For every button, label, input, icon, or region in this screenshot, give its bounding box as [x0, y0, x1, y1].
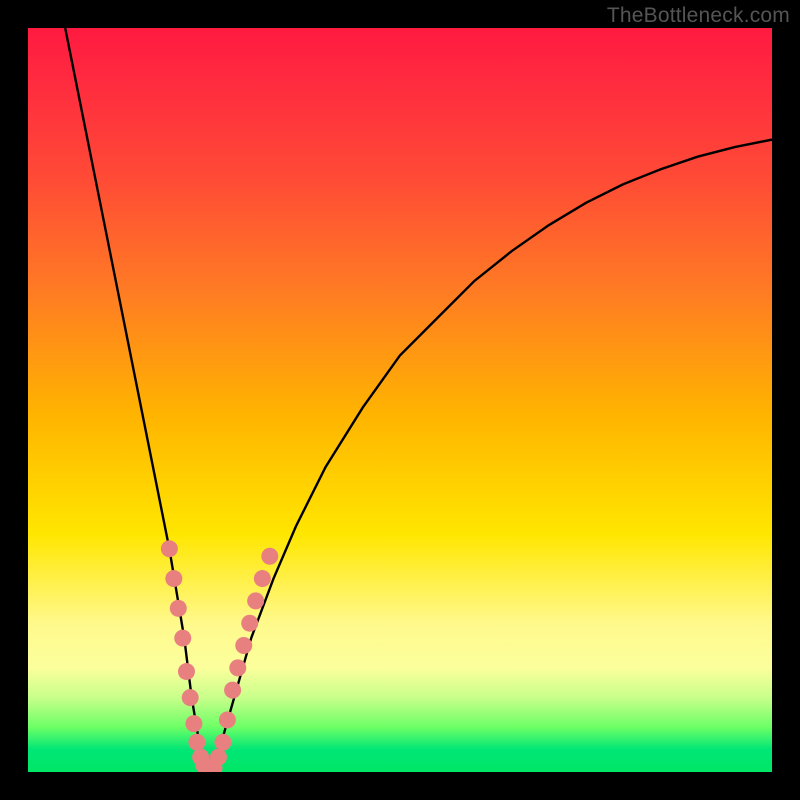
- curve-marker: [254, 570, 271, 587]
- curve-marker: [182, 689, 199, 706]
- chart-container: TheBottleneck.com: [0, 0, 800, 800]
- curve-marker: [165, 570, 182, 587]
- curve-marker: [214, 734, 231, 751]
- curve-marker: [235, 637, 252, 654]
- curve-marker: [247, 592, 264, 609]
- curve-marker: [261, 548, 278, 565]
- curve-marker: [210, 749, 227, 766]
- curve-marker: [241, 615, 258, 632]
- curve-marker: [224, 682, 241, 699]
- curve-marker: [229, 659, 246, 676]
- curve-marker: [185, 715, 202, 732]
- curve-marker: [219, 711, 236, 728]
- watermark-text: TheBottleneck.com: [607, 4, 790, 28]
- curve-marker: [188, 734, 205, 751]
- plot-area: [28, 28, 772, 772]
- chart-svg: [28, 28, 772, 772]
- curve-marker: [161, 540, 178, 557]
- curve-marker: [178, 663, 195, 680]
- curve-marker: [170, 600, 187, 617]
- marker-group: [161, 540, 278, 772]
- curve-marker: [174, 630, 191, 647]
- bottleneck-curve: [65, 28, 772, 772]
